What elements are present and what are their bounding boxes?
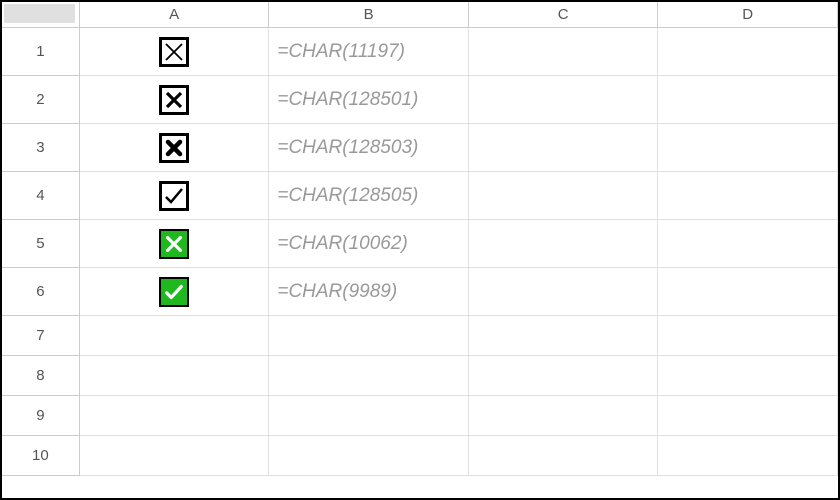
cell-d2[interactable]: [658, 76, 838, 124]
row-10: 10: [2, 436, 838, 476]
cell-b6[interactable]: =CHAR(9989): [269, 268, 469, 316]
cell-d9[interactable]: [658, 396, 838, 436]
row-header-4[interactable]: 4: [2, 172, 80, 220]
cell-b8[interactable]: [269, 356, 469, 396]
cell-b2[interactable]: =CHAR(128501): [269, 76, 469, 124]
cell-d7[interactable]: [658, 316, 838, 356]
cell-a7[interactable]: [80, 316, 270, 356]
cell-b9[interactable]: [269, 396, 469, 436]
row-2: 2 =CHAR(128501): [2, 76, 838, 124]
row-header-7[interactable]: 7: [2, 316, 80, 356]
row-header-5[interactable]: 5: [2, 220, 80, 268]
row-6: 6 =CHAR(9989): [2, 268, 838, 316]
row-header-3[interactable]: 3: [2, 124, 80, 172]
cell-b1[interactable]: =CHAR(11197): [269, 28, 469, 76]
xbox-icon: [159, 85, 189, 115]
cell-a9[interactable]: [80, 396, 270, 436]
row-9: 9: [2, 396, 838, 436]
cell-d6[interactable]: [658, 268, 838, 316]
cell-c4[interactable]: [469, 172, 659, 220]
cell-a4[interactable]: [80, 172, 270, 220]
cell-b7[interactable]: [269, 316, 469, 356]
cell-d1[interactable]: [658, 28, 838, 76]
row-3: 3 =CHAR(128503): [2, 124, 838, 172]
cell-a1[interactable]: [80, 28, 270, 76]
cell-b4[interactable]: =CHAR(128505): [269, 172, 469, 220]
cell-c3[interactable]: [469, 124, 659, 172]
row-8: 8: [2, 356, 838, 396]
column-header-b[interactable]: B: [269, 2, 469, 28]
row-header-10[interactable]: 10: [2, 436, 80, 476]
cell-c6[interactable]: [469, 268, 659, 316]
row-header-1[interactable]: 1: [2, 28, 80, 76]
row-header-9[interactable]: 9: [2, 396, 80, 436]
checkbox-icon: [159, 181, 189, 211]
cell-a8[interactable]: [80, 356, 270, 396]
cell-d4[interactable]: [658, 172, 838, 220]
cell-d5[interactable]: [658, 220, 838, 268]
row-header-8[interactable]: 8: [2, 356, 80, 396]
cell-a2[interactable]: [80, 76, 270, 124]
xbox-icon: [159, 37, 189, 67]
row-7: 7: [2, 316, 838, 356]
cell-b10[interactable]: [269, 436, 469, 476]
spreadsheet-grid: A B C D 1 =CHAR(11197) 2 =CHAR(128501) 3: [2, 2, 838, 498]
row-1: 1 =CHAR(11197): [2, 28, 838, 76]
green-cross-icon: [159, 229, 189, 259]
cell-b5[interactable]: =CHAR(10062): [269, 220, 469, 268]
green-check-icon: [159, 277, 189, 307]
row-5: 5 =CHAR(10062): [2, 220, 838, 268]
xbox-icon: [159, 133, 189, 163]
cell-c5[interactable]: [469, 220, 659, 268]
cell-c7[interactable]: [469, 316, 659, 356]
cell-a5[interactable]: [80, 220, 270, 268]
column-header-d[interactable]: D: [658, 2, 838, 28]
select-all-corner[interactable]: [2, 2, 80, 28]
cell-c8[interactable]: [469, 356, 659, 396]
cell-d8[interactable]: [658, 356, 838, 396]
column-header-c[interactable]: C: [469, 2, 659, 28]
cell-b3[interactable]: =CHAR(128503): [269, 124, 469, 172]
column-header-row: A B C D: [2, 2, 838, 28]
cell-a10[interactable]: [80, 436, 270, 476]
cell-c10[interactable]: [469, 436, 659, 476]
cell-a6[interactable]: [80, 268, 270, 316]
row-header-2[interactable]: 2: [2, 76, 80, 124]
cell-c2[interactable]: [469, 76, 659, 124]
cell-c9[interactable]: [469, 396, 659, 436]
cell-c1[interactable]: [469, 28, 659, 76]
cell-d10[interactable]: [658, 436, 838, 476]
column-header-a[interactable]: A: [80, 2, 270, 28]
row-4: 4 =CHAR(128505): [2, 172, 838, 220]
cell-a3[interactable]: [80, 124, 270, 172]
row-header-6[interactable]: 6: [2, 268, 80, 316]
cell-d3[interactable]: [658, 124, 838, 172]
